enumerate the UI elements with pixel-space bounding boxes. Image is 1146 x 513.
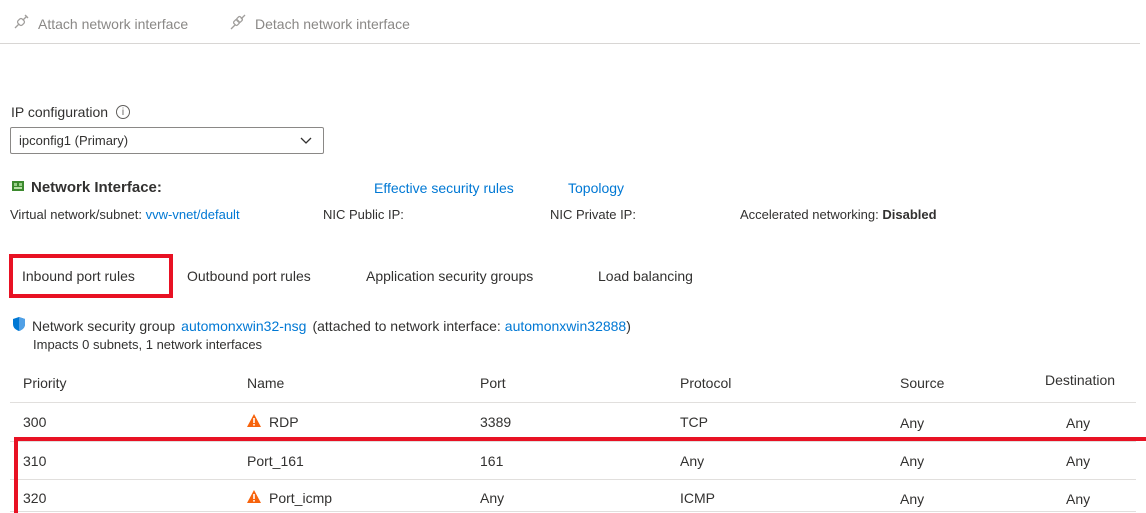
warning-icon xyxy=(247,490,261,506)
tab-outbound-port-rules[interactable]: Outbound port rules xyxy=(187,268,311,284)
highlight-line-left xyxy=(14,437,18,513)
column-header-priority[interactable]: Priority xyxy=(23,375,67,391)
tab-application-security-groups[interactable]: Application security groups xyxy=(366,268,533,284)
cell-protocol: ICMP xyxy=(680,490,715,506)
row-divider xyxy=(10,511,1136,512)
chevron-down-icon xyxy=(299,134,313,151)
detach-label: Detach network interface xyxy=(255,15,410,32)
column-header-source[interactable]: Source xyxy=(900,375,944,391)
column-header-port[interactable]: Port xyxy=(480,375,506,391)
nsg-link[interactable]: automonxwin32-nsg xyxy=(181,318,306,334)
cell-port: Any xyxy=(480,490,505,506)
cell-name: Port_161 xyxy=(247,453,304,469)
cell-protocol: Any xyxy=(680,453,705,469)
cell-destination: Any xyxy=(1066,453,1091,469)
cell-priority: 300 xyxy=(23,414,47,430)
shield-icon xyxy=(12,316,26,335)
link-icon xyxy=(12,13,30,34)
toolbar-divider xyxy=(0,43,1140,44)
nsg-prefix: Network security group xyxy=(32,317,176,334)
ip-config-label: IP configuration xyxy=(11,104,109,120)
cell-port: 3389 xyxy=(480,414,512,430)
unlink-icon xyxy=(229,13,247,34)
cell-source: Any xyxy=(900,415,925,431)
nsg-middle: (attached to network interface: xyxy=(312,317,501,334)
network-interface-icon xyxy=(11,179,25,196)
accel-value: Disabled xyxy=(882,207,937,222)
effective-security-rules-link[interactable]: Effective security rules xyxy=(374,180,514,196)
cell-priority: 320 xyxy=(23,490,47,506)
header-divider xyxy=(10,402,1136,403)
vnet-label: Virtual network/subnet: xyxy=(10,207,142,222)
topology-link[interactable]: Topology xyxy=(568,180,624,196)
cell-name-text: Port_icmp xyxy=(269,490,333,506)
ip-config-label-row: IP configuration i xyxy=(11,104,131,120)
row-divider xyxy=(10,441,1136,442)
cell-name: RDP xyxy=(247,414,299,430)
ip-config-selected: ipconfig1 (Primary) xyxy=(19,133,129,148)
accel-label: Accelerated networking: xyxy=(740,207,879,222)
cell-priority: 310 xyxy=(23,453,47,469)
column-header-protocol[interactable]: Protocol xyxy=(680,375,731,391)
detach-network-interface-button[interactable]: Detach network interface xyxy=(229,13,410,34)
cell-protocol: TCP xyxy=(680,414,708,430)
nsg-nic-link[interactable]: automonxwin32888 xyxy=(505,318,626,334)
cell-name: Port_icmp xyxy=(247,490,332,506)
column-header-destination[interactable]: Destination xyxy=(1045,372,1115,388)
nsg-suffix: ) xyxy=(626,317,631,334)
highlight-box-tab xyxy=(9,254,173,298)
nic-title: Network Interface: xyxy=(31,179,162,196)
vnet-link[interactable]: vvw-vnet/default xyxy=(146,207,240,222)
nic-private-ip-label: NIC Private IP: xyxy=(550,207,636,222)
cell-destination: Any xyxy=(1066,415,1091,431)
column-header-name[interactable]: Name xyxy=(247,375,284,391)
tab-load-balancing[interactable]: Load balancing xyxy=(598,268,693,284)
highlight-line-top xyxy=(14,437,1146,441)
nsg-info: Network security group automonxwin32-nsg… xyxy=(12,316,631,335)
info-icon[interactable]: i xyxy=(116,105,131,119)
vnet-subnet: Virtual network/subnet: vvw-vnet/default xyxy=(10,207,240,222)
cell-name-text: RDP xyxy=(269,414,299,430)
attach-network-interface-button[interactable]: Attach network interface xyxy=(12,13,188,34)
cell-source: Any xyxy=(900,453,925,469)
accelerated-networking: Accelerated networking: Disabled xyxy=(740,207,937,222)
cell-port: 161 xyxy=(480,453,504,469)
cell-source: Any xyxy=(900,491,925,507)
nic-public-ip-label: NIC Public IP: xyxy=(323,207,404,222)
nsg-impacts: Impacts 0 subnets, 1 network interfaces xyxy=(33,337,263,352)
nic-title-row: Network Interface: xyxy=(11,179,162,196)
row-divider xyxy=(10,479,1136,480)
warning-icon xyxy=(247,414,261,430)
ip-config-dropdown[interactable]: ipconfig1 (Primary) xyxy=(10,127,324,154)
cell-destination: Any xyxy=(1066,491,1091,507)
attach-label: Attach network interface xyxy=(38,15,189,32)
